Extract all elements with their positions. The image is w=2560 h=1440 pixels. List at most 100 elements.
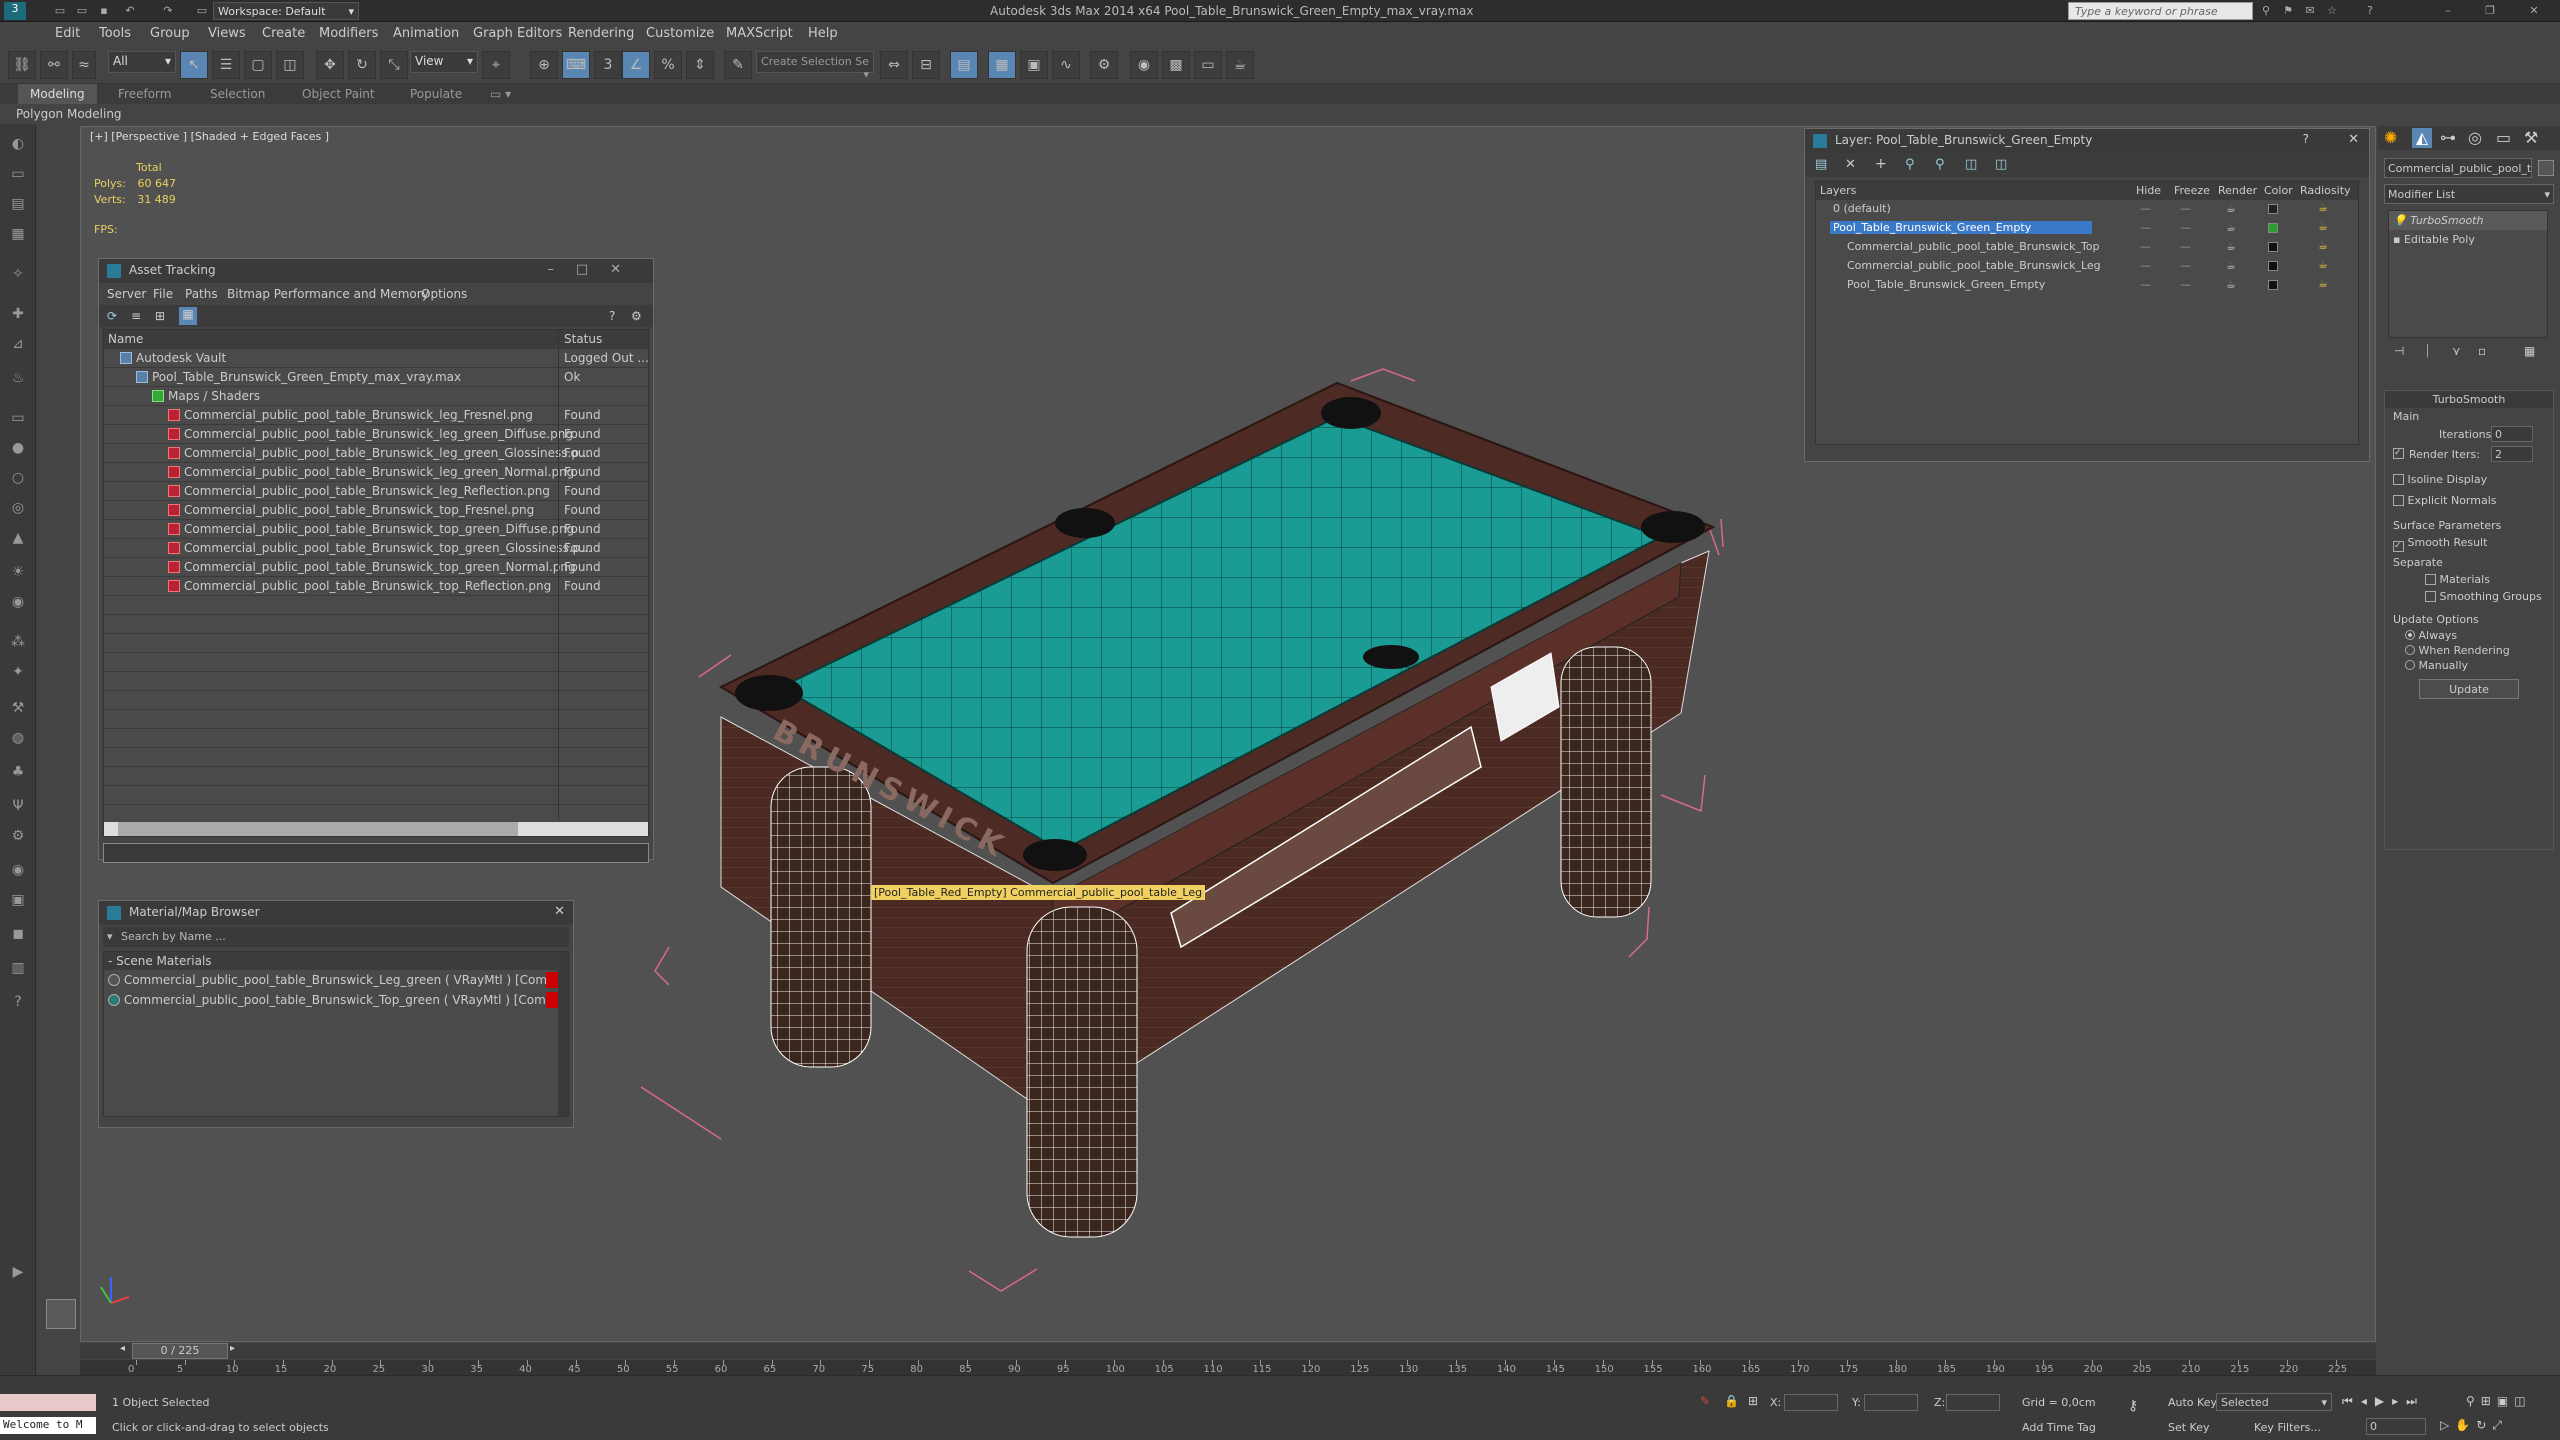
update-button[interactable]: Update [2419, 679, 2519, 699]
world-icon[interactable]: ◍ [8, 730, 28, 750]
wrench-icon[interactable]: ⚒ [8, 700, 28, 720]
dynamics-icon[interactable]: ✦ [8, 664, 28, 684]
smoothing-groups-row[interactable]: Smoothing Groups [2385, 588, 2553, 605]
current-frame-field[interactable]: 0 [2366, 1418, 2426, 1435]
pivot-center-icon[interactable]: ⌖ [482, 51, 510, 79]
layer-color-swatch[interactable] [2268, 261, 2278, 271]
select-manipulate-icon[interactable]: ⊕ [530, 51, 558, 79]
col-layers[interactable]: Layers [1820, 184, 1856, 197]
highlight-layer-icon[interactable]: ⚲ [1935, 157, 1945, 172]
select-by-name-icon[interactable]: ☰ [212, 51, 240, 79]
search-input[interactable]: Type a keyword or phrase [2068, 2, 2253, 20]
schematic-view-icon[interactable]: ⚙ [1090, 51, 1118, 79]
col-render[interactable]: Render [2218, 184, 2257, 197]
curve-editor-icon[interactable]: ∿ [1052, 51, 1080, 79]
tab-object-paint[interactable]: Object Paint [302, 87, 375, 101]
menu-rendering[interactable]: Rendering [568, 26, 634, 41]
hide-toggle[interactable]: — [2140, 240, 2151, 253]
table-view-icon[interactable]: ⊞ [155, 309, 165, 323]
asset-row[interactable]: Commercial_public_pool_table_Brunswick_l… [104, 425, 648, 444]
sun-icon[interactable]: ☀ [8, 564, 28, 584]
render-teapot-icon[interactable]: ☕ [2226, 221, 2236, 234]
absolute-mode-icon[interactable]: ⊞ [1748, 1394, 1758, 1408]
restore-icon[interactable]: ❐ [2482, 4, 2498, 18]
utilities-tab-icon[interactable]: ⚒ [2524, 128, 2538, 147]
hide-toggle[interactable]: — [2140, 202, 2151, 215]
render-teapot-icon[interactable]: ☕ [2226, 240, 2236, 253]
subscription-icon[interactable]: ⚑ [2280, 4, 2296, 18]
asset-path-field[interactable] [103, 843, 649, 863]
render-teapot-icon[interactable]: ☕ [2226, 259, 2236, 272]
select-object-icon[interactable]: ↖ [180, 51, 208, 79]
rotate-icon[interactable]: ↻ [348, 51, 376, 79]
maximize-viewport-icon[interactable]: ◫ [2514, 1394, 2531, 1408]
scene-materials-group[interactable]: - Scene Materials [104, 952, 568, 970]
col-status[interactable]: Status [564, 332, 602, 346]
select-objects-icon[interactable]: ⚲ [1905, 157, 1915, 172]
next-frame-icon[interactable]: ▸ [2392, 1394, 2406, 1408]
pin-stack-icon[interactable]: ⊣ [2394, 344, 2404, 358]
chevron-right-icon[interactable]: ▸ [230, 1343, 235, 1354]
layer-row[interactable]: 0 (default) — — ☕ ☕ [1816, 200, 2358, 219]
refresh-icon[interactable]: ⟳ [107, 309, 117, 323]
close-icon[interactable]: ✕ [554, 904, 565, 919]
explicit-normals-checkbox[interactable] [2393, 495, 2404, 506]
asset-row[interactable]: Commercial_public_pool_table_Brunswick_l… [104, 482, 648, 501]
asset-row[interactable]: Commercial_public_pool_table_Brunswick_t… [104, 539, 648, 558]
grid-view-icon[interactable]: ▦ [179, 307, 197, 325]
object-color-swatch[interactable] [2538, 160, 2554, 176]
hierarchy-tab-icon[interactable]: ⊶ [2440, 128, 2456, 147]
layer-color-swatch[interactable] [2268, 223, 2278, 233]
camera-icon[interactable]: ▣ [8, 892, 28, 912]
previous-frame-icon[interactable]: ◂ [2361, 1394, 2375, 1408]
material-search-input[interactable]: ▾ Search by Name ... [103, 927, 569, 947]
freeze-all-icon[interactable]: ◫ [1995, 157, 2007, 172]
material-item[interactable]: Commercial_public_pool_table_Brunswick_L… [104, 970, 568, 990]
materials-checkbox[interactable] [2425, 574, 2436, 585]
menu-modifiers[interactable]: Modifiers [319, 26, 378, 41]
ribbon-options-icon[interactable]: ▭ ▾ [490, 87, 511, 101]
open-file-icon[interactable]: ▭ [74, 4, 90, 18]
align-icon[interactable]: ⊟ [912, 51, 940, 79]
material-editor-icon[interactable]: ◉ [1130, 51, 1158, 79]
hair-icon[interactable]: Ψ [8, 798, 28, 818]
asset-row[interactable]: Commercial_public_pool_table_Brunswick_t… [104, 520, 648, 539]
smooth-result-row[interactable]: ✓ Smooth Result [2385, 534, 2553, 554]
smoothing-groups-checkbox[interactable] [2425, 591, 2436, 602]
iterations-spinner[interactable]: 0 [2491, 426, 2533, 442]
play-icon[interactable]: ▶ [8, 1264, 28, 1284]
configure-sets-icon[interactable]: ▦ [2524, 344, 2535, 358]
modifier-list-dropdown[interactable]: Modifier List ▾ [2384, 184, 2554, 204]
cube-icon[interactable]: ▭ [8, 410, 28, 430]
key-mode-icon[interactable]: ⚷ [2128, 1398, 2138, 1414]
fov-icon[interactable]: ▷ [2440, 1418, 2455, 1432]
when-rendering-radio-row[interactable]: When Rendering [2385, 643, 2553, 658]
menu-edit[interactable]: Edit [55, 26, 80, 41]
keyboard-shortcut-icon[interactable]: ⌨ [562, 51, 590, 79]
menu-create[interactable]: Create [262, 26, 305, 41]
zoom-extents-icon[interactable]: ▣ [2497, 1394, 2514, 1408]
hide-all-icon[interactable]: ◫ [1965, 157, 1977, 172]
spinner-snap-icon[interactable]: ⇕ [686, 51, 714, 79]
new-file-icon[interactable]: ▭ [52, 4, 68, 18]
asset-row[interactable]: Commercial_public_pool_table_Brunswick_t… [104, 577, 648, 596]
track-bar[interactable]: 0 5 10 15 20 25 30 35 40 45 50 55 60 65 70 75 80 85 90 95 10… [80, 1360, 2376, 1376]
render-teapot-icon[interactable]: ☕ [2226, 278, 2236, 291]
plane-icon[interactable]: ▤ [8, 196, 28, 216]
radiosity-teapot-icon[interactable]: ☕ [2318, 220, 2328, 233]
render-iters-spinner[interactable]: 2 [2491, 446, 2533, 462]
radiosity-teapot-icon[interactable]: ☕ [2318, 239, 2328, 252]
freeze-toggle[interactable]: — [2180, 221, 2191, 234]
freeze-toggle[interactable]: — [2180, 240, 2191, 253]
add-to-layer-icon[interactable]: + [1875, 156, 1887, 172]
material-browser-titlebar[interactable]: Material/Map Browser ✕ [99, 901, 573, 925]
when-rendering-radio[interactable] [2405, 645, 2415, 655]
binoculars-icon[interactable]: ⚲ [2258, 4, 2274, 18]
always-radio-row[interactable]: Always [2385, 628, 2553, 643]
explicit-normals-row[interactable]: Explicit Normals [2385, 492, 2553, 509]
render-setup-icon[interactable]: ▩ [1162, 51, 1190, 79]
mirror-icon[interactable]: ⇔ [880, 51, 908, 79]
cone-icon[interactable]: ▲ [8, 530, 28, 550]
freeze-toggle[interactable]: — [2180, 202, 2191, 215]
manually-radio[interactable] [2405, 660, 2415, 670]
